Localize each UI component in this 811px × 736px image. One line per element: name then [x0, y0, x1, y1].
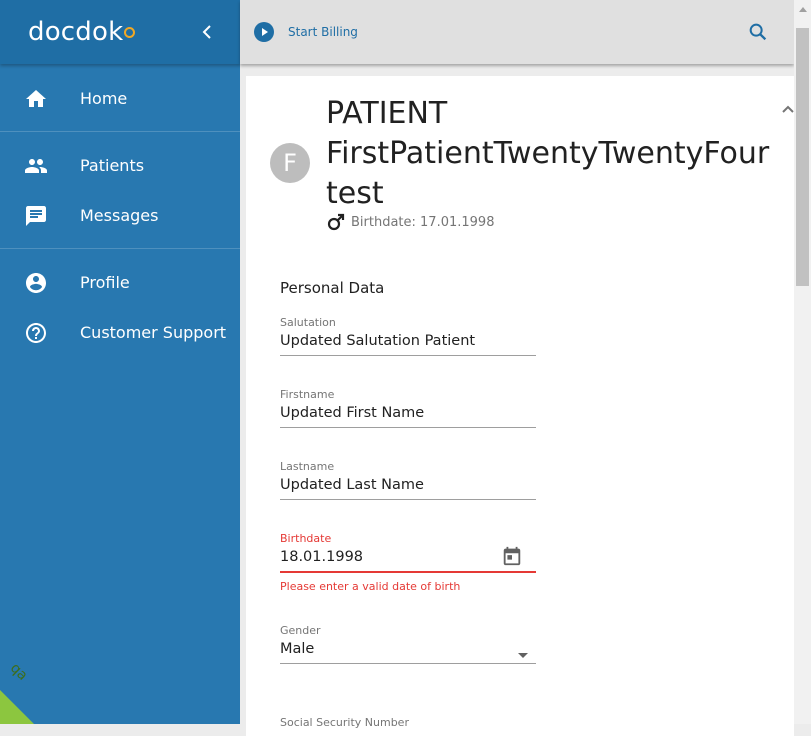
field-label: Salutation [280, 316, 336, 329]
sidebar-item-patients[interactable]: Patients [0, 141, 240, 191]
logo-mark-icon [124, 27, 136, 38]
sidebar-item-messages[interactable]: Messages [0, 191, 240, 241]
sidebar-item-customer-support[interactable]: Customer Support [0, 308, 240, 358]
play-circle-icon[interactable] [254, 22, 274, 42]
sidebar-item-label: Profile [80, 273, 130, 292]
lastname-input[interactable]: Updated Last Name [280, 477, 536, 499]
message-icon [26, 206, 46, 226]
page-title: PATIENT FirstPatientTwentyTwentyFour tes… [326, 96, 770, 211]
birthdate-input[interactable]: 18.01.1998 [280, 549, 536, 571]
top-bar: Start Billing [240, 0, 794, 64]
firstname-input[interactable]: Updated First Name [280, 405, 536, 427]
help-circle-icon [26, 323, 46, 343]
birthdate-error-message: Please enter a valid date of birth [280, 580, 461, 593]
field-underline [280, 499, 536, 500]
account-circle-icon [26, 273, 46, 293]
avatar: F [270, 143, 310, 183]
sidebar-item-home[interactable]: Home [0, 74, 240, 124]
env-ribbon [0, 652, 54, 724]
dropdown-arrow-icon[interactable] [518, 653, 528, 658]
field-underline [280, 571, 536, 573]
field-label: Gender [280, 624, 321, 637]
field-label: Birthdate [280, 532, 332, 545]
start-billing-button[interactable]: Start Billing [288, 25, 358, 39]
sidebar-divider [0, 248, 240, 249]
salutation-input[interactable]: Updated Salutation Patient [280, 333, 536, 355]
sidebar-item-label: Customer Support [80, 323, 227, 342]
chevron-left-icon [202, 25, 211, 39]
sidebar-item-label: Patients [80, 156, 145, 175]
birthdate-subtitle: Birthdate: 17.01.1998 [351, 215, 495, 230]
gender-select[interactable]: Male [280, 641, 536, 663]
section-title: Personal Data [280, 279, 385, 297]
scrollbar-thumb[interactable] [796, 28, 809, 286]
sidebar-divider [0, 131, 240, 132]
field-underline [280, 355, 536, 356]
calendar-icon[interactable] [501, 545, 523, 567]
env-badge-label: qa [6, 660, 31, 684]
field-label: Lastname [280, 460, 335, 473]
people-icon [25, 159, 47, 173]
collapse-sidebar-button[interactable] [196, 20, 218, 44]
search-icon[interactable] [747, 21, 769, 43]
sidebar-item-label: Home [80, 89, 128, 108]
chevron-up-icon[interactable] [779, 100, 797, 118]
home-icon [26, 90, 46, 107]
field-label: Social Security Number [280, 716, 409, 729]
scroll-up-arrow-icon[interactable] [799, 7, 807, 12]
docdok-logo: docdok [28, 17, 136, 47]
field-underline [280, 427, 536, 428]
male-icon [327, 213, 345, 231]
sidebar: docdok Home Patients Messages Profile Cu… [0, 0, 240, 724]
brand-header: docdok [0, 0, 240, 64]
field-label: Firstname [280, 388, 335, 401]
field-underline [280, 663, 536, 664]
sidebar-item-label: Messages [80, 206, 159, 225]
sidebar-item-profile[interactable]: Profile [0, 258, 240, 308]
